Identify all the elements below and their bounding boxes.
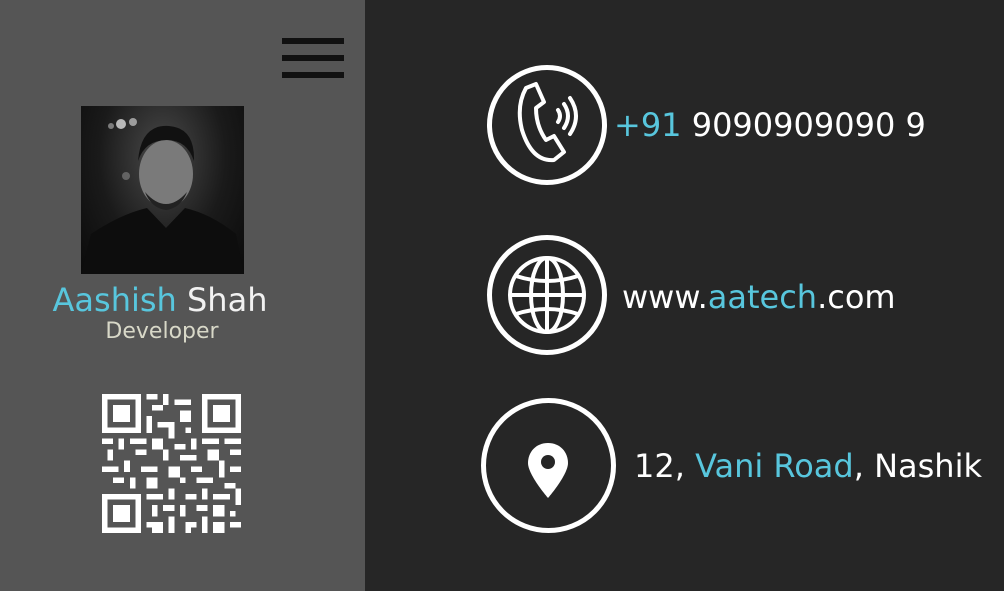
website-domain: aatech [707,278,818,316]
address-road: Vani Road [695,447,854,485]
address-text[interactable]: 12, Vani Road, Nashik [634,446,982,486]
address-city: , Nashik [853,447,982,485]
phone-number: 9090909090 9 [691,106,926,144]
website-text[interactable]: www.aatech.com [622,277,896,317]
globe-icon [508,256,586,334]
avatar [81,106,244,274]
job-title: Developer [105,319,219,344]
phone-icon [517,82,578,163]
website-suffix: .com [817,278,896,316]
location-icon-circle[interactable] [481,398,616,533]
globe-icon-circle[interactable] [487,235,607,355]
location-pin-icon [528,443,568,498]
first-name: Aashish [52,281,177,319]
left-panel: Aashish Shah Developer [0,0,365,591]
phone-icon-circle[interactable] [487,65,607,185]
full-name: Aashish Shah [0,280,320,320]
phone-number-text[interactable]: +91 9090909090 9 [614,105,926,145]
qr-code [102,394,241,533]
website-prefix: www. [622,278,708,316]
hamburger-menu-icon[interactable] [282,38,344,78]
last-name: Shah [186,281,268,319]
phone-prefix: +91 [614,106,682,144]
address-number: 12, [634,447,685,485]
